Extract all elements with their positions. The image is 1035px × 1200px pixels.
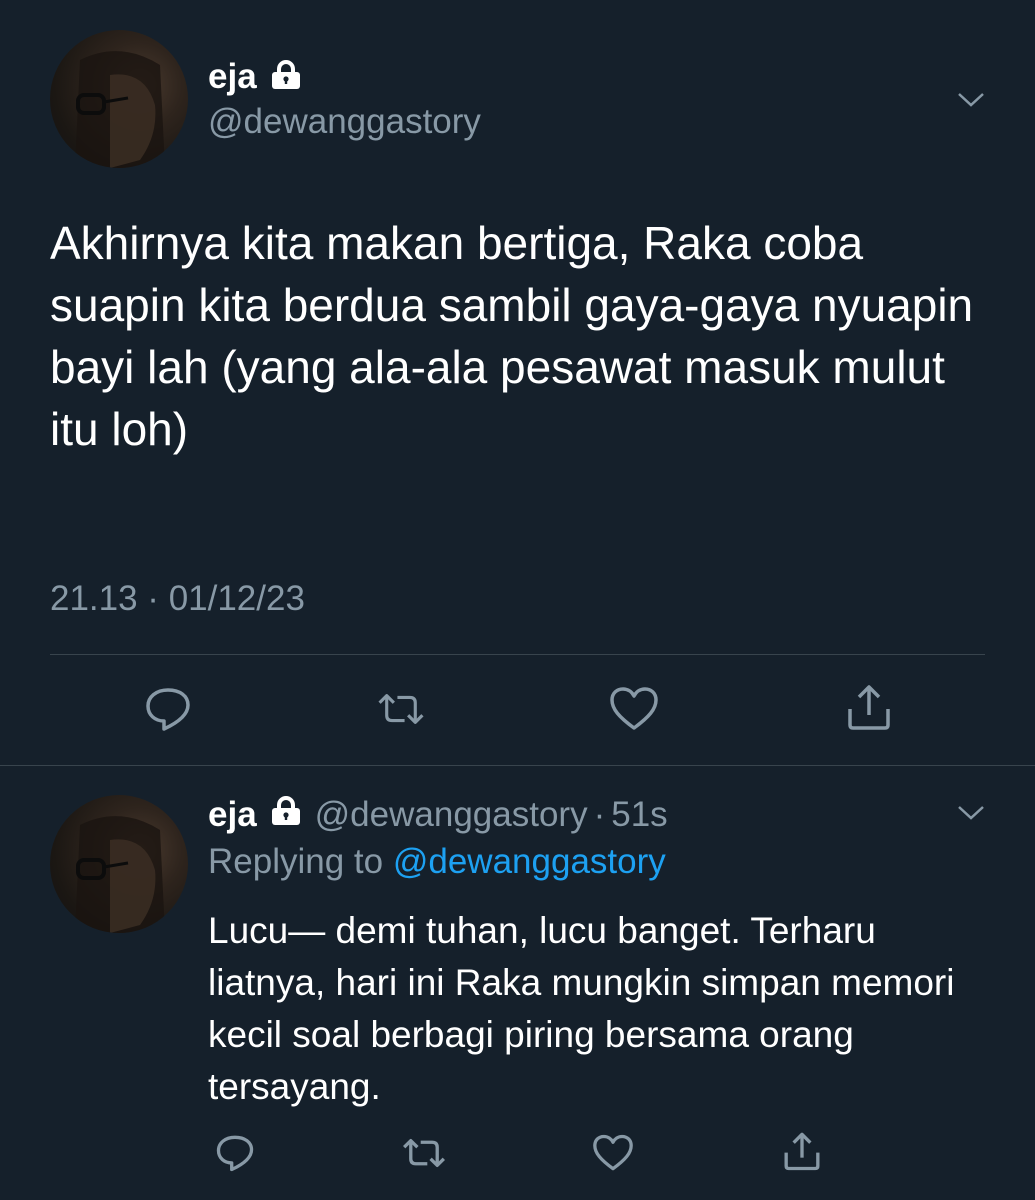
author-name-row: eja (208, 52, 303, 102)
reply-header: eja @dewanggastory · 51s (208, 792, 668, 838)
lock-icon (269, 795, 303, 835)
heart-icon (593, 1134, 633, 1171)
reply-reply-button[interactable] (210, 1128, 260, 1178)
chevron-down-icon[interactable] (956, 803, 986, 823)
retweet-button[interactable] (376, 684, 426, 734)
display-name[interactable]: eja (208, 57, 257, 97)
reply-text: Lucu— demi tuhan, lucu banget. Terharu l… (208, 910, 955, 1107)
replying-to-line: Replying to @dewanggastory (208, 842, 666, 882)
reply-bubble-icon (216, 1135, 254, 1172)
retweet-icon (403, 1138, 445, 1168)
divider (50, 654, 985, 655)
reply-like-button[interactable] (588, 1128, 638, 1178)
retweet-icon (378, 694, 424, 724)
share-icon (848, 685, 890, 730)
reply-handle[interactable]: @dewanggastory (315, 795, 588, 835)
reply-bubble-icon (146, 688, 190, 731)
reply-display-name[interactable]: eja (208, 795, 257, 835)
replying-to-label: Replying to (208, 842, 384, 881)
tweet-timestamp[interactable]: 21.13 · 01/12/23 (50, 579, 305, 619)
reply-retweet-button[interactable] (399, 1128, 449, 1178)
avatar-photo (75, 816, 165, 933)
reply-button[interactable] (143, 684, 193, 734)
avatar-photo (75, 51, 165, 168)
reply-avatar[interactable] (50, 795, 188, 933)
replying-to-mention[interactable]: @dewanggastory (393, 842, 666, 881)
section-divider (0, 765, 1035, 766)
share-icon (784, 1132, 820, 1171)
main-tweet: eja @dewanggastory Akhirnya kita makan b… (0, 0, 1035, 765)
share-button[interactable] (844, 682, 894, 732)
chevron-down-icon[interactable] (956, 90, 986, 110)
tweet-text: Akhirnya kita makan bertiga, Raka coba s… (50, 217, 974, 455)
like-button[interactable] (609, 684, 659, 734)
lock-icon (269, 59, 303, 95)
author-handle[interactable]: @dewanggastory (208, 102, 481, 142)
heart-icon (610, 687, 658, 730)
reply-share-button[interactable] (777, 1126, 827, 1176)
reply-age[interactable]: 51s (611, 795, 667, 835)
separator-dot: · (593, 795, 606, 834)
avatar[interactable] (50, 30, 188, 168)
